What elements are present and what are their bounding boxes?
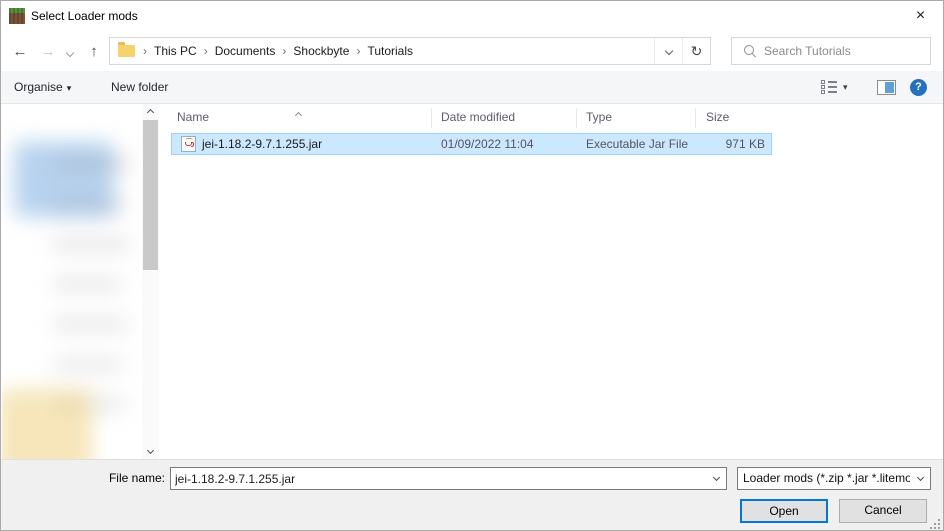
search-box[interactable]	[731, 37, 931, 65]
recent-locations-chevron-icon[interactable]	[61, 32, 79, 71]
blurred-sidebar-item	[52, 159, 132, 170]
file-name-label: File name:	[108, 471, 165, 485]
refresh-icon[interactable]: ↻	[682, 38, 710, 64]
organise-button[interactable]: Organise ▾	[14, 71, 71, 103]
java-jar-file-icon	[181, 136, 196, 152]
breadcrumb-documents[interactable]: Documents	[211, 44, 280, 58]
column-header-name[interactable]: Name	[177, 104, 209, 131]
sidebar-scrollbar[interactable]	[142, 104, 159, 459]
file-date-modified: 01/09/2022 11:04	[441, 137, 534, 151]
address-dropdown-chevron-icon[interactable]	[654, 38, 682, 64]
folder-icon	[118, 42, 135, 57]
back-icon[interactable]: ←	[7, 32, 33, 71]
chevron-down-icon: ▾	[843, 81, 848, 92]
file-name-input[interactable]	[171, 468, 705, 489]
column-divider[interactable]	[576, 108, 577, 128]
file-dialog-window: Select Loader mods × ← → ↑ › This PC › D…	[0, 0, 944, 531]
navigation-bar: ← → ↑ › This PC › Documents › Shockbyte …	[1, 32, 943, 71]
blurred-sidebar-item	[52, 319, 128, 330]
blurred-sidebar-item	[52, 199, 127, 210]
address-bar[interactable]: › This PC › Documents › Shockbyte › Tuto…	[109, 37, 711, 65]
file-list: Name Date modified Type Size jei-1.18.2-…	[163, 104, 943, 459]
column-header-date-modified[interactable]: Date modified	[441, 104, 515, 131]
search-input[interactable]	[764, 44, 930, 58]
file-type-filter-value: Loader mods (*.zip *.jar *.litemod	[743, 471, 910, 485]
dialog-content: Name Date modified Type Size jei-1.18.2-…	[1, 104, 943, 459]
column-divider[interactable]	[431, 108, 432, 128]
scroll-up-icon[interactable]	[142, 105, 159, 120]
scrollbar-thumb[interactable]	[143, 120, 158, 270]
blurred-sidebar-item	[2, 389, 92, 459]
column-headers: Name Date modified Type Size	[163, 104, 943, 131]
sort-ascending-icon	[294, 107, 303, 121]
help-icon[interactable]: ?	[910, 79, 927, 96]
column-header-size[interactable]: Size	[706, 104, 729, 131]
search-icon	[744, 45, 756, 57]
command-toolbar: Organise ▾ New folder ▾ ?	[1, 71, 943, 104]
breadcrumb-separator-icon[interactable]: ›	[201, 44, 211, 58]
resize-grip[interactable]	[930, 519, 940, 529]
file-name-combobox[interactable]	[170, 467, 727, 490]
breadcrumb-separator-icon[interactable]: ›	[279, 44, 289, 58]
file-type: Executable Jar File	[586, 137, 689, 151]
breadcrumb-separator-icon[interactable]: ›	[353, 44, 363, 58]
blurred-sidebar-item	[52, 239, 130, 250]
open-button[interactable]: Open	[740, 499, 828, 523]
file-name: jei-1.18.2-9.7.1.255.jar	[202, 137, 323, 151]
blurred-sidebar-item	[52, 359, 124, 370]
breadcrumb-this-pc[interactable]: This PC	[150, 44, 201, 58]
file-size: 971 KB	[725, 137, 765, 151]
chevron-down-icon[interactable]	[706, 468, 726, 489]
forward-icon: →	[40, 43, 56, 60]
cancel-button[interactable]: Cancel	[839, 499, 927, 523]
chevron-down-icon[interactable]	[910, 468, 930, 489]
breadcrumb-shockbyte[interactable]: Shockbyte	[289, 44, 353, 58]
dialog-footer: File name: Loader mods (*.zip *.jar *.li…	[1, 459, 943, 530]
window-title: Select Loader mods	[31, 9, 138, 23]
change-view-button[interactable]: ▾	[821, 79, 848, 95]
new-folder-button[interactable]: New folder	[111, 71, 168, 103]
chevron-down-icon: ▾	[66, 83, 72, 93]
column-header-type[interactable]: Type	[586, 104, 612, 131]
navigation-pane-blurred	[2, 104, 141, 459]
blurred-sidebar-item	[52, 279, 122, 290]
breadcrumb-separator-icon[interactable]: ›	[140, 44, 150, 58]
organise-label: Organise	[14, 80, 63, 94]
column-divider[interactable]	[695, 108, 696, 128]
list-view-icon	[821, 79, 838, 95]
scroll-down-icon[interactable]	[142, 443, 159, 458]
file-row-selected[interactable]: jei-1.18.2-9.7.1.255.jar 01/09/2022 11:0…	[171, 133, 772, 155]
up-icon[interactable]: ↑	[81, 32, 107, 71]
close-icon[interactable]: ×	[898, 1, 943, 32]
breadcrumb-tutorials[interactable]: Tutorials	[363, 44, 417, 58]
title-bar: Select Loader mods ×	[1, 1, 943, 32]
minecraft-grass-block-icon	[9, 8, 25, 24]
file-type-filter-dropdown[interactable]: Loader mods (*.zip *.jar *.litemod	[737, 467, 931, 490]
preview-pane-icon[interactable]	[877, 80, 896, 95]
